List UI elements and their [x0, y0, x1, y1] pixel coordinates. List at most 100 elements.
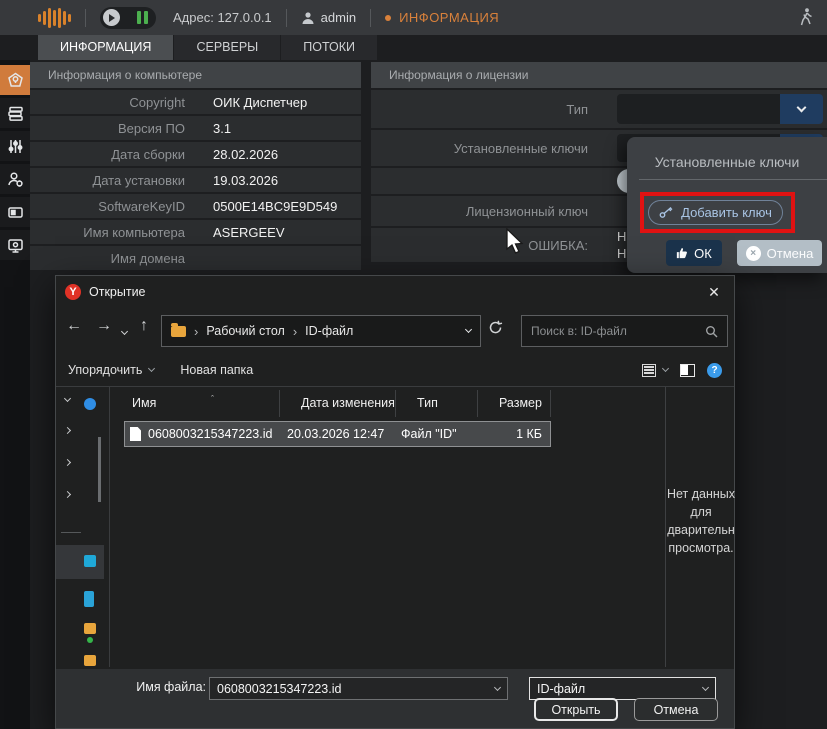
main-tabbar: ИНФОРМАЦИЯ СЕРВЕРЫ ПОТОКИ: [38, 35, 378, 60]
status-dot-icon: [385, 15, 391, 21]
play-icon[interactable]: [103, 9, 120, 26]
walking-person-icon[interactable]: [800, 8, 813, 27]
info-row: Дата сборки28.02.2026: [30, 142, 361, 166]
divider: [370, 9, 371, 27]
folder-icon: [171, 326, 186, 337]
row-value: 28.02.2026: [213, 147, 278, 162]
tree-folder-icon[interactable]: [84, 623, 96, 634]
organize-button[interactable]: Упорядочить: [68, 363, 154, 377]
tab-streams[interactable]: ПОТОКИ: [281, 35, 377, 60]
search-box[interactable]: [521, 315, 728, 347]
refresh-button[interactable]: [488, 320, 503, 338]
user-icon: [301, 11, 315, 25]
play-pause-toggle[interactable]: [100, 7, 156, 29]
sidenav-monitor-button[interactable]: [0, 230, 30, 260]
search-input[interactable]: [531, 324, 705, 338]
address-bar[interactable]: › Рабочий стол › ID-файл: [161, 315, 481, 347]
nav-forward-button[interactable]: →: [96, 317, 112, 335]
chevron-down-icon: [797, 103, 807, 113]
divider: [109, 387, 110, 667]
dialog-close-button[interactable]: ✕: [694, 276, 734, 308]
tab-information[interactable]: ИНФОРМАЦИЯ: [38, 35, 173, 60]
breadcrumb-id-folder[interactable]: ID-файл: [305, 324, 353, 338]
view-mode-button[interactable]: [642, 364, 668, 377]
ok-button[interactable]: ОК: [666, 240, 722, 266]
preview-pane: Нет данных для дварительн просмотра.: [665, 387, 736, 667]
new-folder-button[interactable]: Новая папка: [180, 363, 253, 377]
info-row: CopyrightОИК Диспетчер: [30, 90, 361, 114]
tree-folder-icon[interactable]: [84, 655, 96, 666]
column-header-size[interactable]: Размер: [478, 390, 551, 417]
pause-icon[interactable]: [137, 11, 148, 24]
tree-item-collapsed[interactable]: [56, 487, 109, 505]
divider: [639, 179, 827, 180]
file-name: 0608003215347223.id: [148, 427, 287, 441]
breadcrumb-separator: ›: [293, 324, 297, 339]
tree-root-item[interactable]: [56, 391, 109, 409]
dialog-bottom-bar: Имя файла: ID-файл Открыть Отмена: [56, 669, 734, 728]
sliders-icon: [7, 138, 24, 155]
sidenav-home-button[interactable]: [0, 65, 30, 95]
tree-drive-icon[interactable]: [84, 591, 94, 607]
row-value: 19.03.2026: [213, 173, 278, 188]
chevron-down-icon: [64, 395, 71, 402]
tree-item-collapsed[interactable]: [56, 455, 109, 473]
sidenav-card-button[interactable]: [0, 197, 30, 227]
type-select-button[interactable]: [780, 94, 823, 124]
file-open-dialog: Y Открытие ✕ ← → ↑ › Рабочий стол › ID-ф…: [55, 275, 735, 729]
app-root: Адрес: 127.0.0.1 admin ИНФОРМАЦИЯ ИНФОРМ…: [0, 0, 827, 729]
dialog-body: ˆ Имя Дата изменения Тип Размер 06080032…: [56, 387, 734, 667]
sort-ascending-icon: ˆ: [211, 386, 214, 413]
nav-recent-button[interactable]: [122, 321, 127, 339]
open-button[interactable]: Открыть: [534, 698, 618, 721]
nav-back-button[interactable]: ←: [66, 317, 82, 335]
list-view-icon: [642, 364, 656, 377]
tree-item-collapsed[interactable]: [56, 423, 109, 441]
thumbs-up-icon: [676, 247, 688, 259]
address-chevron-icon[interactable]: [465, 326, 472, 333]
red-highlight-annotation: [640, 192, 795, 233]
user-gear-icon: [7, 171, 24, 188]
sidenav-settings-button[interactable]: [0, 131, 30, 161]
panel-title: Информация о компьютере: [30, 62, 361, 88]
column-header-name[interactable]: ˆ Имя: [111, 390, 280, 417]
layers-icon: [7, 105, 24, 122]
filename-label: Имя файла:: [96, 680, 206, 694]
column-header-modified[interactable]: Дата изменения: [280, 390, 396, 417]
sidenav-layers-button[interactable]: [0, 98, 30, 128]
divider: [61, 532, 81, 533]
chevron-down-icon: [702, 683, 709, 690]
info-row: Версия ПО3.1: [30, 116, 361, 140]
cancel-button[interactable]: × Отмена: [737, 240, 822, 266]
tree-selected-item[interactable]: [56, 545, 104, 579]
tree-computer-icon[interactable]: [84, 555, 96, 567]
file-modified: 20.03.2026 12:47: [287, 427, 401, 441]
badge-icon: [7, 72, 24, 89]
filename-combo[interactable]: [209, 677, 508, 700]
dialog-navbar: ← → ↑ › Рабочий стол › ID-файл: [56, 308, 734, 354]
app-sidenav: [0, 60, 30, 729]
nav-up-button[interactable]: ↑: [140, 317, 148, 335]
mouse-cursor: [505, 228, 525, 256]
refresh-icon: [488, 320, 503, 335]
column-header-type[interactable]: Тип: [396, 390, 478, 417]
tab-servers[interactable]: СЕРВЕРЫ: [174, 35, 280, 60]
popup-title: Установленные ключи: [627, 154, 827, 170]
preview-pane-button[interactable]: [680, 364, 695, 377]
help-icon[interactable]: ?: [707, 363, 722, 378]
tree-blue-sphere-icon: [84, 398, 96, 410]
info-row: SoftwareKeyID0500E14BC9E9D549: [30, 194, 361, 218]
dialog-cancel-button[interactable]: Отмена: [634, 698, 718, 721]
dialog-titlebar[interactable]: Y Открытие ✕: [56, 276, 734, 308]
username-label: admin: [321, 10, 356, 25]
tree-scrollbar[interactable]: [98, 437, 101, 502]
computer-info-panel: Информация о компьютере CopyrightОИК Дис…: [30, 62, 361, 275]
type-select-input[interactable]: [617, 94, 780, 124]
file-row-selected[interactable]: 0608003215347223.id 20.03.2026 12:47 Фай…: [124, 421, 551, 447]
dialog-toolbar: Упорядочить Новая папка ?: [56, 354, 734, 387]
row-label: Имя компьютера: [30, 225, 185, 240]
filetype-combo[interactable]: ID-файл: [529, 677, 716, 700]
filename-input[interactable]: [217, 682, 495, 696]
sidenav-users-button[interactable]: [0, 164, 30, 194]
breadcrumb-desktop[interactable]: Рабочий стол: [206, 324, 284, 338]
